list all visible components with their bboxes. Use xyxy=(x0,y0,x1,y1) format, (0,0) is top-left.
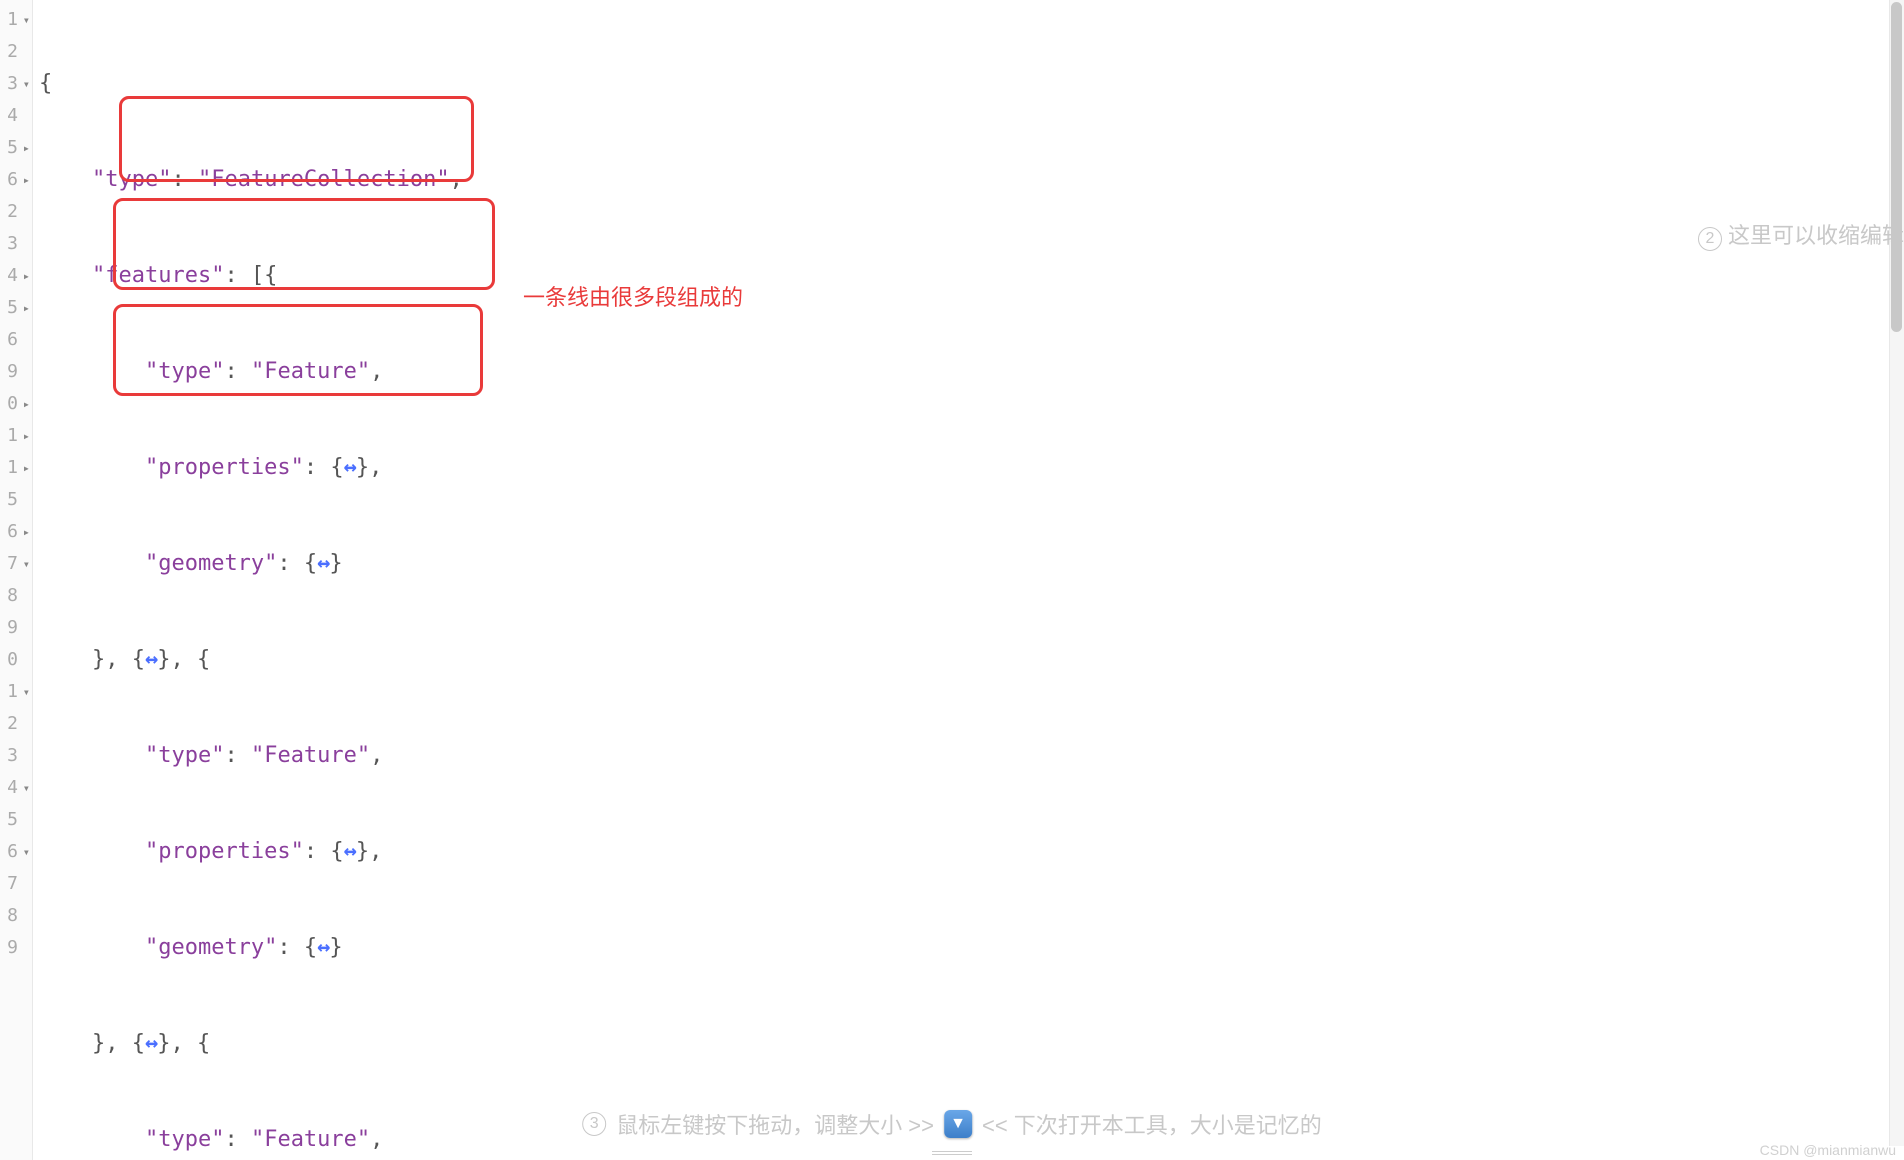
collapse-icon[interactable]: ↔ xyxy=(344,839,356,864)
code-editor: 1▾ 2 3▾ 4 5▸ 6▸ 2 3 4▸ 5▸ 6 9 0▸ 1▸ 1▸ 5… xyxy=(0,0,1904,1160)
gutter-line[interactable]: 6 xyxy=(0,324,32,356)
code-content[interactable]: { "type": "FeatureCollection", "features… xyxy=(33,0,1904,1160)
fold-marker-icon[interactable]: ▾ xyxy=(20,836,30,868)
gutter-line[interactable]: 9 xyxy=(0,932,32,964)
gutter-line[interactable]: 0 xyxy=(0,644,32,676)
gutter-line[interactable]: 3 xyxy=(0,740,32,772)
gutter-line[interactable]: 1▸ xyxy=(0,452,32,484)
gutter-line[interactable]: 0▸ xyxy=(0,388,32,420)
code-line[interactable]: "type": "FeatureCollection", xyxy=(39,164,1904,196)
gutter-line[interactable]: 5▸ xyxy=(0,292,32,324)
drag-handle-icon xyxy=(932,1151,972,1155)
gutter-line[interactable]: 9 xyxy=(0,612,32,644)
gutter-line[interactable]: 6▾ xyxy=(0,836,32,868)
fold-marker-icon[interactable]: ▸ xyxy=(20,260,30,292)
fold-marker-icon[interactable]: ▾ xyxy=(20,676,30,708)
down-arrow-icon[interactable]: ▼ xyxy=(944,1110,972,1138)
fold-marker-icon[interactable]: ▸ xyxy=(20,132,30,164)
resize-hint: 3 鼠标左键按下拖动，调整大小 >> ▼ << 下次打开本工具，大小是记忆的 xyxy=(582,1108,1322,1140)
collapse-icon[interactable]: ↔ xyxy=(145,647,157,672)
gutter-line[interactable]: 3 xyxy=(0,228,32,260)
gutter-line[interactable]: 5 xyxy=(0,484,32,516)
gutter-line[interactable]: 7▾ xyxy=(0,548,32,580)
code-line[interactable]: "properties": {↔}, xyxy=(39,452,1904,484)
code-line[interactable]: "features": [{ xyxy=(39,260,1904,292)
hint-number-icon: 2 xyxy=(1698,227,1722,251)
gutter-line[interactable]: 2 xyxy=(0,196,32,228)
gutter-line[interactable]: 6▸ xyxy=(0,516,32,548)
gutter-line[interactable]: 9 xyxy=(0,356,32,388)
code-line[interactable]: "geometry": {↔} xyxy=(39,548,1904,580)
line-number-gutter[interactable]: 1▾ 2 3▾ 4 5▸ 6▸ 2 3 4▸ 5▸ 6 9 0▸ 1▸ 1▸ 5… xyxy=(0,0,33,1160)
gutter-line[interactable]: 5▸ xyxy=(0,132,32,164)
collapse-icon[interactable]: ↔ xyxy=(317,935,329,960)
scrollbar-thumb[interactable] xyxy=(1891,2,1902,332)
code-line[interactable]: "type": "Feature", xyxy=(39,356,1904,388)
fold-marker-icon[interactable]: ▾ xyxy=(20,68,30,100)
gutter-line[interactable]: 8 xyxy=(0,580,32,612)
vertical-scrollbar[interactable] xyxy=(1889,0,1904,1146)
gutter-line[interactable]: 7 xyxy=(0,868,32,900)
gutter-line[interactable]: 8 xyxy=(0,900,32,932)
code-line[interactable]: { xyxy=(39,68,1904,100)
resize-handle[interactable] xyxy=(0,1146,1904,1160)
code-line[interactable]: "geometry": {↔} xyxy=(39,932,1904,964)
gutter-line[interactable]: 1▸ xyxy=(0,420,32,452)
gutter-line[interactable]: 4 xyxy=(0,100,32,132)
gutter-line[interactable]: 4▾ xyxy=(0,772,32,804)
fold-marker-icon[interactable]: ▸ xyxy=(20,420,30,452)
gutter-line[interactable]: 6▸ xyxy=(0,164,32,196)
fold-marker-icon[interactable]: ▾ xyxy=(20,4,30,36)
fold-marker-icon[interactable]: ▸ xyxy=(20,164,30,196)
fold-marker-icon[interactable]: ▸ xyxy=(20,516,30,548)
fold-marker-icon[interactable]: ▸ xyxy=(20,388,30,420)
gutter-line[interactable]: 1▾ xyxy=(0,676,32,708)
code-line[interactable]: "type": "Feature", xyxy=(39,740,1904,772)
gutter-line[interactable]: 2 xyxy=(0,36,32,68)
code-line[interactable]: }, {↔}, { xyxy=(39,644,1904,676)
gutter-line[interactable]: 4▸ xyxy=(0,260,32,292)
code-line[interactable]: "properties": {↔}, xyxy=(39,836,1904,868)
collapse-hint: 2这里可以收缩编辑 xyxy=(1698,218,1904,251)
fold-marker-icon[interactable]: ▾ xyxy=(20,548,30,580)
annotation-text: 一条线由很多段组成的 xyxy=(523,282,743,314)
watermark: CSDN @mianmianwu xyxy=(1760,1142,1896,1158)
fold-marker-icon[interactable]: ▸ xyxy=(20,292,30,324)
collapse-icon[interactable]: ↔ xyxy=(344,455,356,480)
collapse-icon[interactable]: ↔ xyxy=(145,1031,157,1056)
gutter-line[interactable]: 2 xyxy=(0,708,32,740)
hint-number-icon: 3 xyxy=(582,1112,606,1136)
fold-marker-icon[interactable]: ▾ xyxy=(20,772,30,804)
gutter-line[interactable]: 1▾ xyxy=(0,4,32,36)
collapse-icon[interactable]: ↔ xyxy=(317,551,329,576)
gutter-line[interactable]: 3▾ xyxy=(0,68,32,100)
fold-marker-icon[interactable]: ▸ xyxy=(20,452,30,484)
gutter-line[interactable]: 5 xyxy=(0,804,32,836)
code-line[interactable]: }, {↔}, { xyxy=(39,1028,1904,1060)
